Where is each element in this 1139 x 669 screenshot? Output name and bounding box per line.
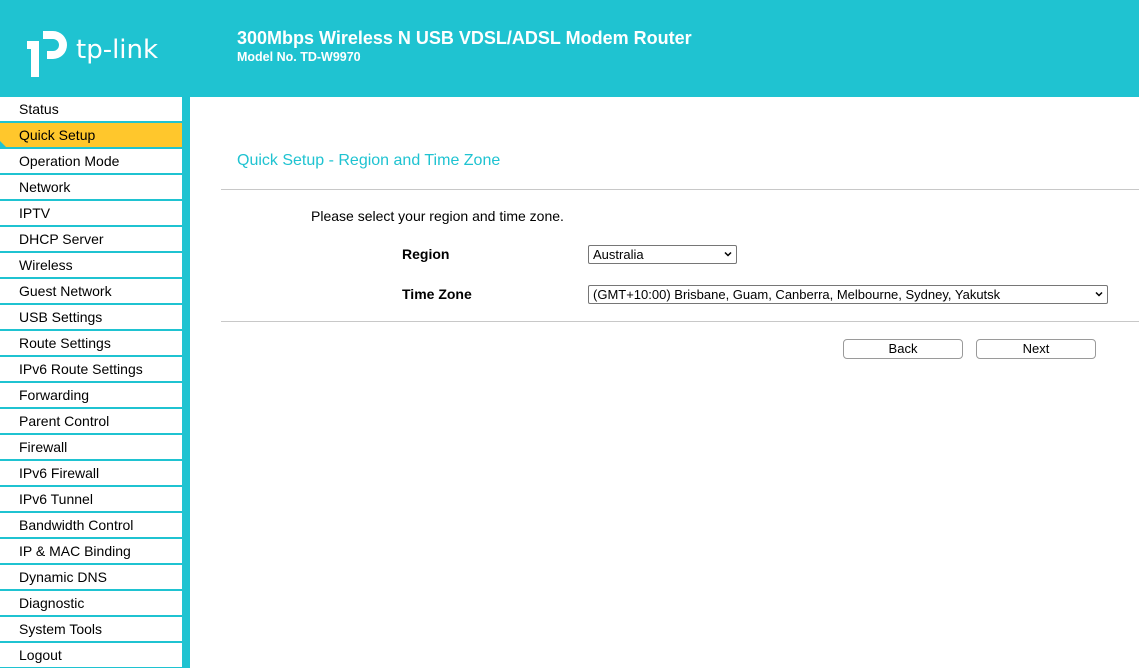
sidebar-item-iptv[interactable]: IPTV	[0, 201, 182, 225]
tp-link-logo[interactable]: tp-link	[23, 27, 163, 79]
sidebar-item-dhcp-server[interactable]: DHCP Server	[0, 227, 182, 251]
divider	[221, 321, 1139, 322]
sidebar-item-ip-mac-binding[interactable]: IP & MAC Binding	[0, 539, 182, 563]
back-button[interactable]: Back	[843, 339, 963, 359]
sidebar-item-status[interactable]: Status	[0, 97, 182, 121]
main-content: Quick Setup - Region and Time Zone Pleas…	[190, 97, 1139, 668]
product-title: 300Mbps Wireless N USB VDSL/ADSL Modem R…	[237, 28, 692, 48]
sidebar-item-dynamic-dns[interactable]: Dynamic DNS	[0, 565, 182, 589]
logo-text: tp-link	[76, 35, 159, 65]
sidebar-item-wireless[interactable]: Wireless	[0, 253, 182, 277]
instructions-text: Please select your region and time zone.	[311, 208, 564, 224]
sidebar-item-forwarding[interactable]: Forwarding	[0, 383, 182, 407]
sidebar-item-bandwidth-control[interactable]: Bandwidth Control	[0, 513, 182, 537]
sidebar-item-diagnostic[interactable]: Diagnostic	[0, 591, 182, 615]
timezone-select-value: (GMT+10:00) Brisbane, Guam, Canberra, Me…	[593, 287, 1001, 302]
sidebar-item-operation-mode[interactable]: Operation Mode	[0, 149, 182, 173]
sidebar-item-parent-control[interactable]: Parent Control	[0, 409, 182, 433]
timezone-select[interactable]: (GMT+10:00) Brisbane, Guam, Canberra, Me…	[588, 285, 1108, 304]
header: tp-link 300Mbps Wireless N USB VDSL/ADSL…	[0, 0, 1139, 97]
sidebar-item-ipv6-route-settings[interactable]: IPv6 Route Settings	[0, 357, 182, 381]
chevron-down-icon	[1095, 291, 1103, 297]
sidebar-menu: Status Quick Setup Operation Mode Network IP…	[0, 97, 182, 669]
divider	[221, 189, 1139, 190]
region-select-value: Australia	[593, 247, 644, 262]
timezone-label: Time Zone	[402, 286, 472, 302]
sidebar: Status Quick Setup Operation Mode Network IP…	[0, 97, 190, 668]
chevron-down-icon	[724, 251, 732, 257]
sidebar-item-logout[interactable]: Logout	[0, 643, 182, 667]
sidebar-item-quick-setup[interactable]: Quick Setup	[0, 123, 182, 147]
sidebar-item-system-tools[interactable]: System Tools	[0, 617, 182, 641]
sidebar-item-ipv6-firewall[interactable]: IPv6 Firewall	[0, 461, 182, 485]
sidebar-item-network[interactable]: Network	[0, 175, 182, 199]
region-select[interactable]: Australia	[588, 245, 737, 264]
sidebar-item-guest-network[interactable]: Guest Network	[0, 279, 182, 303]
tp-link-logo-icon	[27, 31, 67, 77]
next-button[interactable]: Next	[976, 339, 1096, 359]
sidebar-item-route-settings[interactable]: Route Settings	[0, 331, 182, 355]
sidebar-item-firewall[interactable]: Firewall	[0, 435, 182, 459]
page-title: Quick Setup - Region and Time Zone	[237, 152, 501, 169]
sidebar-item-usb-settings[interactable]: USB Settings	[0, 305, 182, 329]
region-label: Region	[402, 246, 450, 262]
model-number: Model No. TD-W9970	[237, 50, 361, 64]
sidebar-item-ipv6-tunnel[interactable]: IPv6 Tunnel	[0, 487, 182, 511]
